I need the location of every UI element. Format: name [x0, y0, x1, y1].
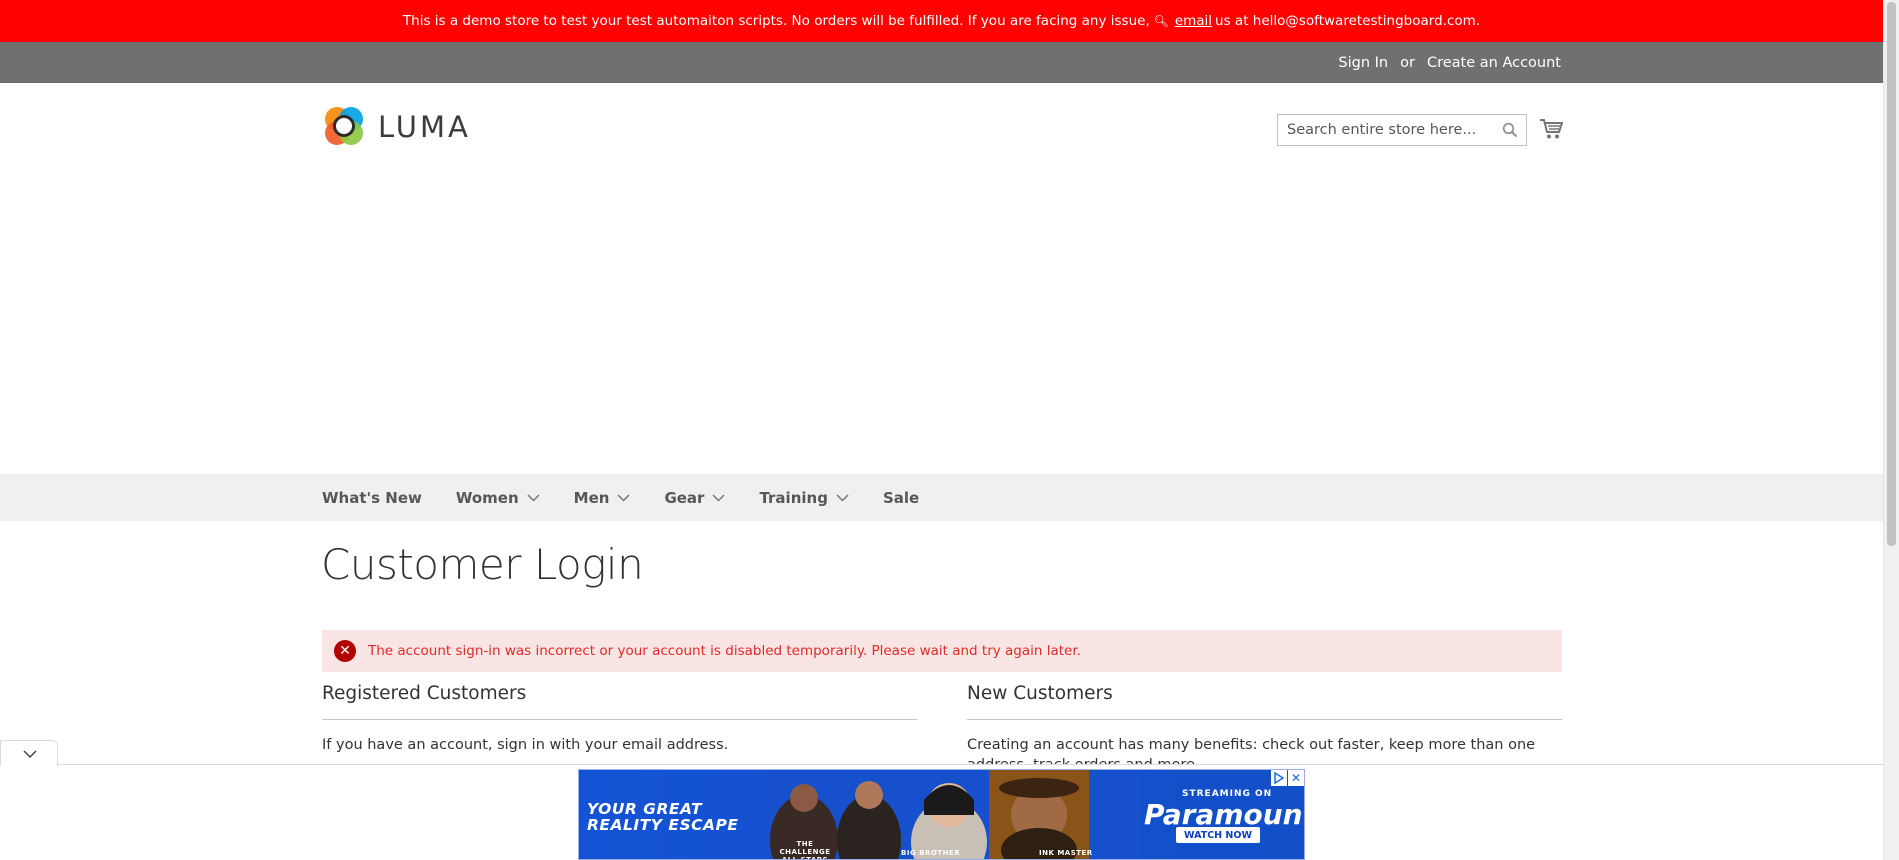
ad-choices-icon[interactable]: [1271, 770, 1287, 786]
new-customers-title: New Customers: [967, 683, 1113, 704]
error-text: The account sign-in was incorrect or you…: [368, 643, 1081, 659]
nav-item-label: Men: [573, 488, 610, 507]
nav-item-training[interactable]: Training: [759, 488, 849, 507]
ad-headline: YOUR GREAT REALITY ESCAPE: [587, 801, 738, 833]
main-nav: What's New Women Men Gear Training Sale: [0, 474, 1883, 521]
ad-collapse-toggle[interactable]: [0, 740, 58, 766]
ad-watch-now-button[interactable]: WATCH NOW: [1176, 827, 1260, 843]
search-input[interactable]: [1287, 122, 1497, 138]
luma-logo[interactable]: LUMA: [322, 105, 471, 149]
chevron-down-icon: [617, 493, 630, 502]
ad-caption-1: THE CHALLENGE ALL STARS: [779, 840, 831, 860]
ad-headline-line-1: YOUR GREAT: [587, 800, 703, 818]
logo-text: LUMA: [378, 110, 471, 144]
header-links: Sign In or Create an Account: [1338, 42, 1561, 83]
magnifier-icon: 🔍︎: [1149, 14, 1169, 28]
nav-item-sale[interactable]: Sale: [883, 489, 919, 507]
error-message: ✕ The account sign-in was incorrect or y…: [322, 630, 1562, 672]
registered-customers-title: Registered Customers: [322, 683, 527, 704]
nav-item-men[interactable]: Men: [574, 489, 631, 507]
divider: [967, 719, 1562, 720]
search-icon[interactable]: [1502, 122, 1518, 138]
cart-icon[interactable]: [1539, 118, 1563, 140]
nav-item-label: What's New: [322, 488, 422, 507]
page-title: Customer Login: [321, 540, 644, 589]
divider: [322, 719, 917, 720]
registered-customers-text: If you have an account, sign in with you…: [322, 737, 729, 753]
nav-items: What's New Women Men Gear Training Sale: [322, 474, 953, 521]
demo-notice-text-after: us at hello@softwaretestingboard.com.: [1215, 13, 1481, 29]
nav-item-label: Women: [455, 488, 519, 507]
search-box: [1277, 114, 1527, 146]
chevron-down-icon: [712, 493, 725, 502]
create-account-link[interactable]: Create an Account: [1427, 55, 1561, 71]
nav-item-label: Training: [759, 488, 828, 507]
demo-notice-bar: This is a demo store to test your test a…: [0, 0, 1883, 42]
nav-item-label: Gear: [664, 488, 705, 507]
ad-close-icon[interactable]: ✕: [1288, 770, 1304, 786]
nav-item-gear[interactable]: Gear: [664, 489, 725, 507]
ad-caption-3: INK MASTER: [1039, 849, 1093, 857]
advertisement-banner[interactable]: YOUR GREAT REALITY ESCAPE THE CHALLENGE …: [578, 769, 1305, 860]
scrollbar[interactable]: [1883, 0, 1899, 860]
nav-item-whats-new[interactable]: What's New: [322, 489, 422, 507]
chevron-down-icon: [23, 750, 37, 759]
demo-email-link[interactable]: email: [1175, 13, 1212, 29]
chevron-down-icon: [527, 493, 540, 502]
luma-logo-icon: [325, 107, 363, 145]
header-panel: Sign In or Create an Account: [0, 42, 1883, 83]
error-icon: ✕: [334, 640, 356, 662]
ad-headline-line-2: REALITY ESCAPE: [587, 816, 739, 834]
chevron-down-icon: [836, 493, 849, 502]
nav-item-women[interactable]: Women: [456, 489, 540, 507]
ad-caption-2: BIG BROTHER: [901, 849, 961, 857]
sign-in-link[interactable]: Sign In: [1338, 55, 1388, 71]
nav-item-label: Sale: [882, 488, 920, 507]
demo-notice-text: This is a demo store to test your test a…: [402, 13, 1150, 29]
header-or-text: or: [1400, 54, 1415, 71]
scrollbar-thumb[interactable]: [1887, 2, 1896, 546]
